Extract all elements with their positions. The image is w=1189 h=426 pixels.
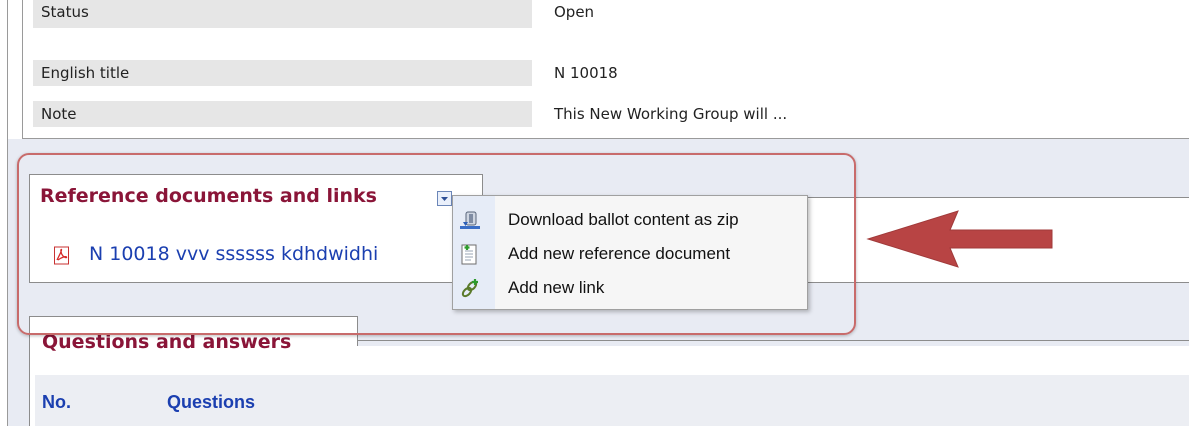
menu-item-label: Add new link	[508, 278, 605, 297]
column-header-no[interactable]: No.	[42, 390, 71, 414]
note-value: This New Working Group will ...	[554, 105, 788, 123]
status-label: Status	[33, 0, 532, 28]
add-document-icon	[459, 244, 481, 266]
menu-item-label: Download ballot content as zip	[508, 210, 739, 229]
menu-item-add-reference-document[interactable]: Add new reference document	[455, 238, 805, 270]
english-title-value: N 10018	[554, 64, 618, 82]
questions-panel-border	[357, 340, 1189, 341]
zip-download-icon	[459, 210, 481, 232]
column-header-questions[interactable]: Questions	[167, 390, 255, 414]
english-title-label: English title	[33, 60, 532, 86]
menu-item-label: Add new reference document	[508, 244, 731, 263]
menu-item-add-link[interactable]: Add new link	[455, 272, 805, 304]
status-value: Open	[554, 3, 595, 21]
left-arrow-icon	[866, 208, 1056, 270]
note-label: Note	[33, 101, 532, 127]
menu-item-download-zip[interactable]: Download ballot content as zip	[455, 204, 805, 236]
add-link-icon	[459, 278, 481, 300]
